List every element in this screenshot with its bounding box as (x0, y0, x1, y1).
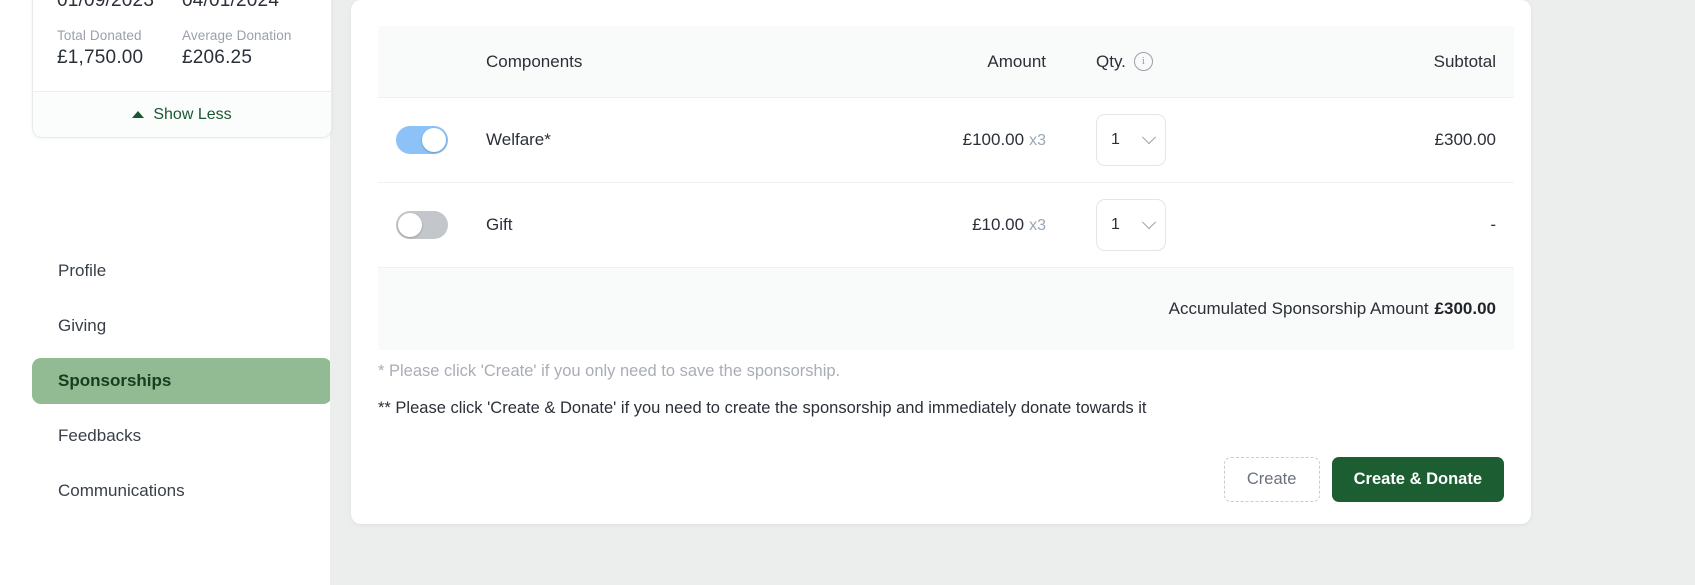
accumulated-amount-row: Accumulated Sponsorship Amount £300.00 (378, 268, 1514, 350)
caret-up-icon (132, 111, 145, 118)
component-amount-cell: £10.00 x3 (764, 215, 1064, 235)
action-buttons: Create Create & Donate (1223, 457, 1504, 502)
create-and-donate-button[interactable]: Create & Donate (1331, 457, 1504, 502)
sidebar-item-label: Feedbacks (58, 426, 142, 445)
header-subtotal: Subtotal (1433, 51, 1496, 71)
component-subtotal-cell: - (1284, 215, 1514, 235)
accumulated-label: Accumulated Sponsorship Amount (1168, 299, 1429, 318)
sidebar-item-label: Sponsorships (58, 371, 172, 390)
footnote-create-donate: ** Please click 'Create & Donate' if you… (378, 399, 1147, 417)
sidebar-item-label: Communications (58, 481, 185, 500)
page-scroll-strip (1681, 0, 1695, 585)
left-sidebar: First Donation 01/09/2023 Last Donation … (0, 0, 352, 585)
table-row: Welfare* £100.00 x3 1 £300.00 (378, 98, 1514, 183)
sidebar-nav: Profile Giving Sponsorships Feedbacks Co… (32, 248, 332, 523)
qty-value: 1 (1111, 216, 1120, 233)
stat-average-donation: Average Donation £206.25 (182, 28, 307, 69)
info-icon[interactable]: i (1133, 52, 1153, 71)
row-toggle-cell (378, 211, 486, 239)
stat-label: Average Donation (182, 28, 292, 43)
chevron-down-icon (1141, 215, 1157, 230)
component-amount-cell: £100.00 x3 (764, 130, 1064, 150)
footnote-create: * Please click 'Create' if you only need… (378, 362, 841, 380)
accumulated-value: £300.00 (1434, 299, 1496, 318)
components-table: Components Amount Qty. i Subtotal Welfar… (378, 26, 1514, 350)
chevron-down-icon (1141, 130, 1157, 145)
component-amount: £100.00 (962, 130, 1025, 149)
sidebar-item-sponsorships[interactable]: Sponsorships (32, 358, 332, 404)
component-toggle-welfare[interactable] (396, 126, 448, 154)
sidebar-item-giving[interactable]: Giving (32, 303, 332, 349)
qty-select-welfare[interactable]: 1 (1096, 114, 1166, 166)
header-qty-label: Qty. (1096, 51, 1126, 71)
toggle-knob (422, 128, 446, 152)
component-name: Gift (486, 215, 513, 234)
component-subtotal-cell: £300.00 (1284, 130, 1514, 150)
footnotes: * Please click 'Create' if you only need… (378, 362, 1514, 418)
stat-value: £206.25 (182, 47, 253, 68)
header-qty: Qty. i (1064, 52, 1284, 72)
component-subtotal: £300.00 (1434, 130, 1496, 149)
component-qty-cell: 1 (1064, 114, 1284, 166)
qty-value: 1 (1111, 131, 1120, 148)
stat-value: £1,750.00 (57, 47, 144, 68)
toggle-knob (398, 213, 422, 237)
stat-first-donation: First Donation 01/09/2023 (57, 0, 182, 12)
table-row: Gift £10.00 x3 1 - (378, 183, 1514, 268)
sidebar-item-label: Giving (58, 316, 107, 335)
sidebar-item-communications[interactable]: Communications (32, 468, 332, 514)
header-components: Components (486, 51, 583, 71)
component-multiplier: x3 (1029, 132, 1046, 149)
row-toggle-cell (378, 126, 486, 154)
sponsorship-panel: Components Amount Qty. i Subtotal Welfar… (351, 0, 1531, 524)
stat-last-donation: Last Donation 04/01/2024 (182, 0, 307, 12)
sidebar-item-feedbacks[interactable]: Feedbacks (32, 413, 332, 459)
table-header-row: Components Amount Qty. i Subtotal (378, 26, 1514, 98)
component-name: Welfare* (486, 130, 551, 149)
component-subtotal: - (1490, 215, 1496, 234)
qty-select-gift[interactable]: 1 (1096, 199, 1166, 251)
donation-stats-grid: First Donation 01/09/2023 Last Donation … (33, 0, 331, 91)
sidebar-item-profile[interactable]: Profile (32, 248, 332, 294)
stat-label: Total Donated (57, 28, 142, 43)
component-multiplier: x3 (1029, 217, 1046, 234)
component-amount: £10.00 (972, 215, 1025, 234)
stat-value: 04/01/2024 (182, 0, 280, 11)
stat-total-donated: Total Donated £1,750.00 (57, 28, 182, 69)
component-toggle-gift[interactable] (396, 211, 448, 239)
component-qty-cell: 1 (1064, 199, 1284, 251)
show-less-button[interactable]: Show Less (33, 91, 331, 137)
create-button[interactable]: Create (1223, 457, 1320, 502)
stat-value: 01/09/2023 (57, 0, 155, 11)
show-less-label: Show Less (153, 105, 232, 123)
sidebar-item-label: Profile (58, 261, 107, 280)
header-amount: Amount (987, 51, 1046, 71)
donation-summary-card: First Donation 01/09/2023 Last Donation … (32, 0, 332, 138)
